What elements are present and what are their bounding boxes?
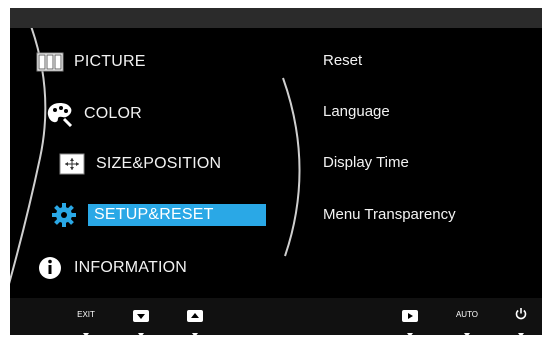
enter-pointer-icon [407,333,413,337]
menu-item-information[interactable]: INFORMATION [36,254,187,282]
osd-footer: EXIT AUTO [10,298,542,337]
menu-item-picture[interactable]: PICTURE [36,48,146,76]
up-pointer-icon [192,333,198,337]
info-icon [36,254,64,282]
play-arrow-icon [402,309,418,327]
submenu-item-language[interactable]: Language [323,103,390,120]
up-button[interactable] [178,298,212,337]
exit-label: EXIT [77,310,95,319]
menu-item-label: COLOR [84,105,142,122]
menu-item-label: PICTURE [74,53,146,70]
submenu-item-menu-transparency[interactable]: Menu Transparency [323,206,456,223]
palette-icon [46,100,74,128]
down-arrow-icon [133,309,149,327]
auto-label: AUTO [455,310,479,319]
exit-pointer-icon [83,333,89,337]
enter-button[interactable] [393,298,427,337]
menu-item-label: SIZE&POSITION [96,155,222,172]
exit-button[interactable]: EXIT [69,298,103,337]
menu-item-color[interactable]: COLOR [46,100,142,128]
picture-icon [36,48,64,76]
menu-item-label: SETUP&RESET [88,204,266,226]
auto-pointer-icon [464,333,470,337]
menu-item-setup-reset[interactable]: SETUP&RESET [50,201,266,229]
submenu-item-reset[interactable]: Reset [323,52,362,69]
down-pointer-icon [138,333,144,337]
osd-menu: PICTURE COLOR SIZE&POSITION SETUP&RESET … [10,28,542,298]
menu-item-label: INFORMATION [74,259,188,276]
power-icon [515,307,527,325]
menu-item-size-position[interactable]: SIZE&POSITION [58,150,221,178]
power-pointer-icon [518,333,524,337]
submenu-item-display-time[interactable]: Display Time [323,154,409,171]
auto-button[interactable]: AUTO [450,298,484,337]
power-button[interactable] [504,298,538,337]
down-button[interactable] [124,298,158,337]
move-icon [58,150,86,178]
up-arrow-icon [187,309,203,327]
gear-icon [50,201,78,229]
